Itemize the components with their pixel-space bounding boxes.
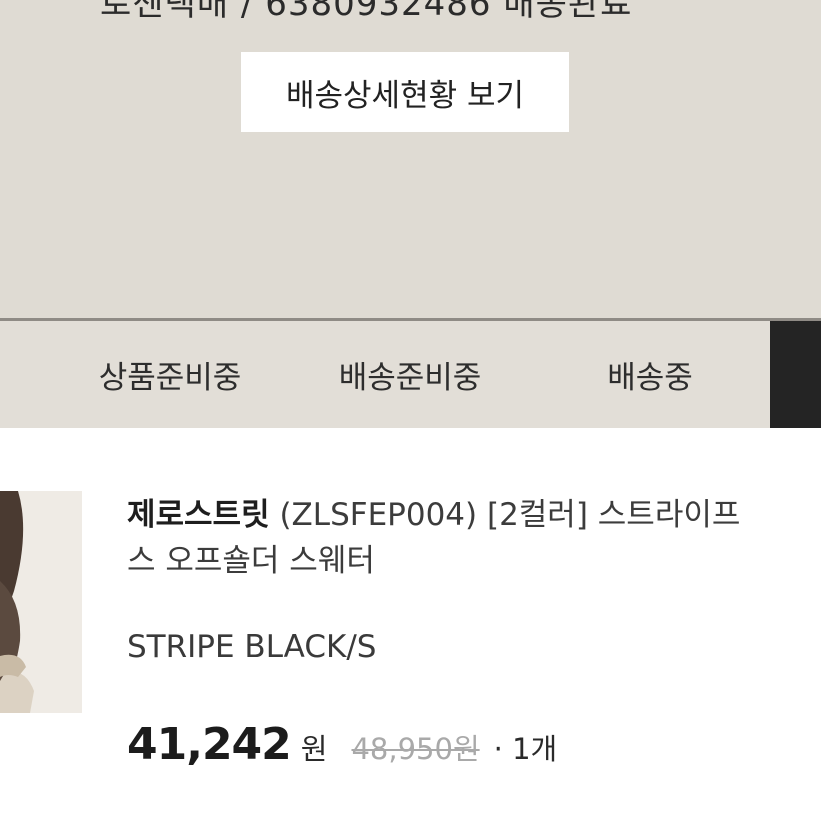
product-name[interactable]: 제로스트릿 (ZLSFEP004) [2컬러] 스트라이프 스 오프숄더 스웨터: [127, 492, 821, 584]
sale-price: 41,242: [127, 718, 292, 770]
delivery-status-panel: 로젠택배 / 6380932486 배송완료 배송상세현황 보기: [0, 0, 821, 318]
price-row: 41,242 원 48,950원 · 1개: [127, 716, 557, 772]
product-item: 제로스트릿 (ZLSFEP004) [2컬러] 스트라이프 스 오프숄더 스웨터…: [0, 428, 821, 821]
tab-preparing-shipping[interactable]: 배송준비중: [290, 321, 530, 428]
product-thumbnail[interactable]: [0, 491, 82, 713]
delivery-detail-button[interactable]: 배송상세현황 보기: [241, 52, 569, 132]
order-status-tabs: 상품준비중 배송준비중 배송중: [0, 318, 821, 428]
product-name-line2: 스 오프숄더 스웨터: [127, 543, 375, 579]
brand-name: 제로스트릿: [127, 497, 270, 533]
quantity: · 1개: [493, 732, 558, 766]
currency-label: 원: [300, 732, 328, 766]
product-name-line1: (ZLSFEP004) [2컬러] 스트라이프: [269, 497, 741, 533]
product-option: STRIPE BLACK/S: [127, 629, 377, 665]
original-price: 48,950원: [351, 732, 480, 766]
tab-delivered-active[interactable]: [770, 321, 821, 428]
tab-preparing-product[interactable]: 상품준비중: [50, 321, 290, 428]
delivery-tracking-text: 로젠택배 / 6380932486 배송완료: [100, 0, 633, 24]
order-detail-page: 로젠택배 / 6380932486 배송완료 배송상세현황 보기 상품준비중 배…: [0, 0, 821, 821]
tab-shipping[interactable]: 배송중: [530, 321, 770, 428]
